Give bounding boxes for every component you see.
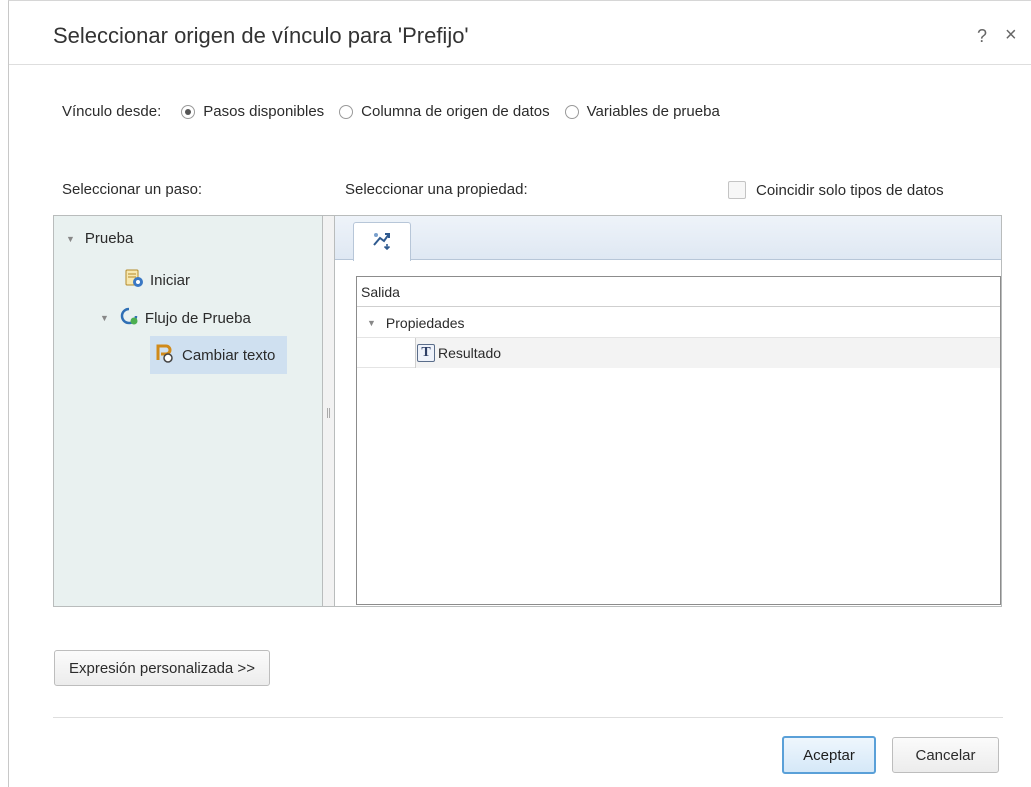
- start-script-icon: [124, 268, 144, 292]
- grid-header: Salida: [357, 277, 1000, 307]
- tree-node-label: Prueba: [84, 230, 134, 247]
- custom-expression-button[interactable]: Expresión personalizada >>: [54, 650, 270, 686]
- dialog-titlebar: Seleccionar origen de vínculo para 'Pref…: [9, 1, 1031, 65]
- output-properties-icon: [371, 230, 393, 254]
- link-from-row: Vínculo desde: Pasos disponibles Columna…: [62, 103, 735, 120]
- text-type-icon: T: [417, 343, 435, 362]
- dialog-title: Seleccionar origen de vínculo para 'Pref…: [53, 23, 469, 48]
- tree-node-label: Iniciar: [150, 271, 191, 289]
- grid-row-label: Propiedades: [385, 314, 465, 331]
- radio-label: Columna de origen de datos: [361, 103, 550, 120]
- link-from-label: Vínculo desde:: [62, 103, 162, 120]
- property-tabstrip: [335, 216, 1001, 261]
- radio-label: Pasos disponibles: [203, 103, 325, 120]
- selected-cell-background: [415, 338, 1000, 368]
- change-text-icon: [154, 342, 176, 368]
- property-pane: Salida ▼ Propiedades T Resultado: [334, 215, 1002, 607]
- select-property-label: Seleccionar una propiedad:: [345, 181, 528, 198]
- splitter-grip-icon[interactable]: [327, 408, 330, 418]
- output-properties-grid: Salida ▼ Propiedades T Resultado: [356, 276, 1001, 605]
- ok-button[interactable]: Aceptar: [782, 736, 876, 774]
- match-data-types-label: Coincidir solo tipos de datos: [756, 181, 944, 199]
- radio-label: Variables de prueba: [586, 103, 720, 120]
- grid-row-propiedades[interactable]: ▼ Propiedades: [357, 308, 1000, 338]
- collapse-triangle-icon[interactable]: ▼: [100, 313, 109, 323]
- grid-row-label: Resultado: [438, 344, 502, 361]
- checkbox-icon[interactable]: [728, 181, 746, 199]
- radio-available-steps[interactable]: Pasos disponibles: [181, 103, 324, 120]
- match-data-types-checkbox[interactable]: Coincidir solo tipos de datos: [728, 181, 944, 199]
- tab-output-properties[interactable]: [353, 222, 411, 261]
- select-link-source-dialog: Seleccionar origen de vínculo para 'Pref…: [8, 0, 1031, 787]
- select-step-label: Seleccionar un paso:: [62, 181, 203, 198]
- help-icon[interactable]: ?: [977, 26, 987, 47]
- tree-node-flujo-de-prueba[interactable]: ▼ Flujo de Prueba: [100, 306, 251, 330]
- resultado-cell[interactable]: T Resultado: [417, 343, 502, 362]
- radio-button-icon[interactable]: [564, 104, 579, 119]
- radio-test-variables[interactable]: Variables de prueba: [564, 103, 720, 120]
- pane-splitter[interactable]: [323, 215, 334, 607]
- tree-node-label: Cambiar texto: [182, 346, 276, 364]
- flow-icon: [119, 306, 139, 330]
- radio-data-source-column[interactable]: Columna de origen de datos: [339, 103, 550, 120]
- radio-button-icon[interactable]: [181, 104, 196, 119]
- step-tree: ▼ Prueba Iniciar ▼ Flujo de Prueba Cambi…: [53, 215, 323, 607]
- footer-divider: [53, 717, 1003, 718]
- grid-row-resultado[interactable]: T Resultado: [357, 338, 1000, 368]
- tree-node-cambiar-texto[interactable]: Cambiar texto: [150, 336, 288, 374]
- tree-node-prueba[interactable]: ▼ Prueba: [66, 230, 133, 247]
- close-icon[interactable]: ×: [1005, 24, 1017, 47]
- radio-button-icon[interactable]: [339, 104, 354, 119]
- cancel-button[interactable]: Cancelar: [892, 737, 999, 773]
- collapse-triangle-icon[interactable]: ▼: [66, 234, 75, 244]
- tree-node-label: Flujo de Prueba: [144, 309, 251, 327]
- tree-node-iniciar[interactable]: Iniciar: [124, 268, 190, 292]
- collapse-triangle-icon[interactable]: ▼: [367, 318, 376, 328]
